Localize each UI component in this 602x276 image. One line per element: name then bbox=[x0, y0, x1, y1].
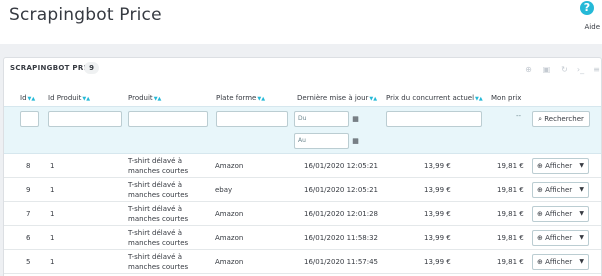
mon-prix-filter-placeholder: -- bbox=[516, 112, 522, 120]
refresh-icon[interactable]: ↻ bbox=[560, 65, 569, 74]
view-button[interactable]: ⊕ Afficher ▼ bbox=[532, 206, 589, 222]
view-button[interactable]: ⊕ Afficher ▼ bbox=[532, 230, 589, 246]
calendar-icon[interactable]: ▦ bbox=[350, 112, 361, 126]
table-row[interactable]: 6 1 T-shirt délavé à manches courtes Ama… bbox=[4, 226, 601, 250]
table-row[interactable]: 5 1 T-shirt délavé à manches courtes Ama… bbox=[4, 250, 601, 274]
search-button[interactable]: ⌕ Rechercher bbox=[532, 111, 590, 127]
view-button[interactable]: ⊕ Afficher ▼ bbox=[532, 158, 589, 174]
sort-icon[interactable]: ▼▲ bbox=[257, 96, 265, 102]
help-icon: ? bbox=[580, 1, 594, 15]
table-row[interactable]: 7 1 T-shirt délavé à manches courtes Ama… bbox=[4, 202, 601, 226]
filter-id-input[interactable] bbox=[20, 111, 39, 127]
column-header-id[interactable]: Id▼▲ bbox=[20, 94, 35, 102]
calendar-icon[interactable]: ▦ bbox=[350, 134, 361, 148]
sort-icon[interactable]: ▼▲ bbox=[475, 96, 483, 102]
filter-produit-input[interactable] bbox=[128, 111, 208, 127]
zoom-icon: ⊕ bbox=[537, 234, 543, 242]
zoom-icon: ⊕ bbox=[537, 258, 543, 266]
add-icon[interactable]: ⊕ bbox=[524, 65, 533, 74]
column-header-mon-prix: Mon prix bbox=[491, 94, 522, 102]
view-button[interactable]: ⊕ Afficher ▼ bbox=[532, 254, 589, 270]
view-button[interactable]: ⊕ Afficher ▼ bbox=[532, 182, 589, 198]
zoom-icon: ⊕ bbox=[537, 186, 543, 194]
database-icon[interactable]: ≡ bbox=[592, 65, 601, 74]
table-row[interactable]: 8 1 T-shirt délavé à manches courtes Ama… bbox=[4, 154, 601, 178]
chevron-down-icon[interactable]: ▼ bbox=[579, 231, 584, 245]
filter-id-produit-input[interactable] bbox=[48, 111, 122, 127]
sort-icon[interactable]: ▼▲ bbox=[369, 96, 377, 102]
search-icon: ⌕ bbox=[538, 115, 543, 123]
sort-icon[interactable]: ▼▲ bbox=[28, 96, 36, 102]
chevron-down-icon[interactable]: ▼ bbox=[579, 207, 584, 221]
sort-icon[interactable]: ▼▲ bbox=[154, 96, 162, 102]
sort-icon[interactable]: ▼▲ bbox=[82, 96, 90, 102]
sql-icon[interactable]: ›_ bbox=[576, 65, 585, 74]
column-header-id-produit[interactable]: Id Produit▼▲ bbox=[48, 94, 90, 102]
filter-date-from-input[interactable]: Du bbox=[294, 111, 349, 127]
panel-heading: SCRAPINGBOT PRICE 9 ⊕ ▣ ↻ ›_ ≡ bbox=[4, 58, 601, 80]
filter-date-to-input[interactable]: Au bbox=[294, 133, 349, 149]
chevron-down-icon[interactable]: ▼ bbox=[579, 255, 584, 269]
chevron-down-icon[interactable]: ▼ bbox=[579, 159, 584, 173]
table-row[interactable]: 9 1 T-shirt délavé à manches courtes eba… bbox=[4, 178, 601, 202]
zoom-icon: ⊕ bbox=[537, 162, 543, 170]
export-icon[interactable]: ▣ bbox=[542, 65, 551, 74]
column-header-produit[interactable]: Produit▼▲ bbox=[128, 94, 161, 102]
page-header: Scrapingbot Price ? Aide bbox=[0, 0, 602, 44]
zoom-icon: ⊕ bbox=[537, 210, 543, 218]
count-badge: 9 bbox=[84, 62, 99, 74]
filter-plate-forme-input[interactable] bbox=[216, 111, 288, 127]
list-panel: SCRAPINGBOT PRICE 9 ⊕ ▣ ↻ ›_ ≡ Id▼▲ Id P… bbox=[3, 57, 602, 276]
chevron-down-icon[interactable]: ▼ bbox=[579, 183, 584, 197]
column-header-derniere-mise-a-jour[interactable]: Dernière mise à jour▼▲ bbox=[297, 94, 377, 102]
help-button[interactable]: ? Aide bbox=[574, 1, 600, 31]
column-header-prix-concurrent[interactable]: Prix du concurrent actuel▼▲ bbox=[386, 94, 483, 102]
page-title: Scrapingbot Price bbox=[9, 5, 162, 25]
help-label: Aide bbox=[584, 23, 600, 31]
column-header-plate-forme[interactable]: Plate forme▼▲ bbox=[216, 94, 265, 102]
filter-row: Du ▦ Au ▦ -- ⌕ Rechercher bbox=[4, 106, 601, 154]
filter-prix-concurrent-input[interactable] bbox=[386, 111, 482, 127]
